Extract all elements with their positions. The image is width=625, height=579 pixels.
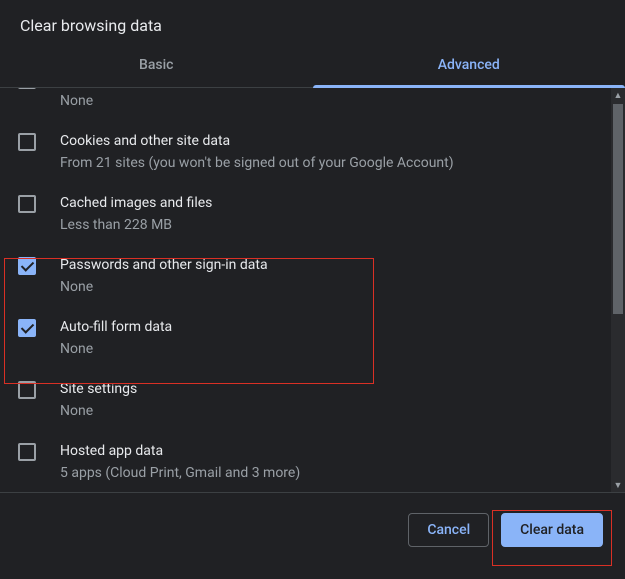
dialog-footer: Cancel Clear data bbox=[0, 493, 625, 567]
option-title: Download history bbox=[60, 88, 593, 89]
clear-data-button[interactable]: Clear data bbox=[501, 513, 603, 547]
tab-basic[interactable]: Basic bbox=[0, 45, 313, 87]
option-row-download-history: Download history None bbox=[0, 88, 611, 121]
option-row-autofill: Auto-fill form data None bbox=[0, 307, 611, 369]
scrollbar[interactable]: ▲ ▼ bbox=[611, 88, 625, 492]
checkbox-download-history[interactable] bbox=[18, 88, 36, 89]
option-row-cookies: Cookies and other site data From 21 site… bbox=[0, 121, 611, 183]
option-subtitle: 5 apps (Cloud Print, Gmail and 3 more) bbox=[60, 463, 593, 483]
checkbox-autofill[interactable] bbox=[18, 319, 36, 337]
option-subtitle: None bbox=[60, 91, 593, 111]
option-row-hosted-apps: Hosted app data 5 apps (Cloud Print, Gma… bbox=[0, 431, 611, 493]
cancel-button[interactable]: Cancel bbox=[408, 513, 489, 547]
checkbox-passwords[interactable] bbox=[18, 257, 36, 275]
option-row-passwords: Passwords and other sign-in data None bbox=[0, 245, 611, 307]
checkbox-cached[interactable] bbox=[18, 195, 36, 213]
option-subtitle: None bbox=[60, 277, 593, 297]
scroll-down-icon[interactable]: ▼ bbox=[611, 478, 625, 492]
option-subtitle: Less than 228 MB bbox=[60, 215, 593, 235]
option-row-cached: Cached images and files Less than 228 MB bbox=[0, 183, 611, 245]
dialog-title: Clear browsing data bbox=[0, 0, 625, 45]
option-title: Hosted app data bbox=[60, 441, 593, 461]
tab-bar: Basic Advanced bbox=[0, 45, 625, 88]
checkbox-cookies[interactable] bbox=[18, 133, 36, 151]
tab-advanced[interactable]: Advanced bbox=[313, 45, 625, 87]
option-row-site-settings: Site settings None bbox=[0, 369, 611, 431]
checkbox-hosted-apps[interactable] bbox=[18, 443, 36, 461]
option-title: Passwords and other sign-in data bbox=[60, 255, 593, 275]
scrollbar-thumb[interactable] bbox=[613, 104, 623, 314]
scroll-up-icon[interactable]: ▲ bbox=[611, 88, 625, 102]
option-subtitle: None bbox=[60, 401, 593, 421]
options-scroll-area: Download history None Cookies and other … bbox=[0, 88, 625, 493]
option-subtitle: From 21 sites (you won't be signed out o… bbox=[60, 153, 593, 173]
option-title: Cached images and files bbox=[60, 193, 593, 213]
checkbox-site-settings[interactable] bbox=[18, 381, 36, 399]
option-title: Site settings bbox=[60, 379, 593, 399]
option-title: Auto-fill form data bbox=[60, 317, 593, 337]
option-subtitle: None bbox=[60, 339, 593, 359]
option-title: Cookies and other site data bbox=[60, 131, 593, 151]
